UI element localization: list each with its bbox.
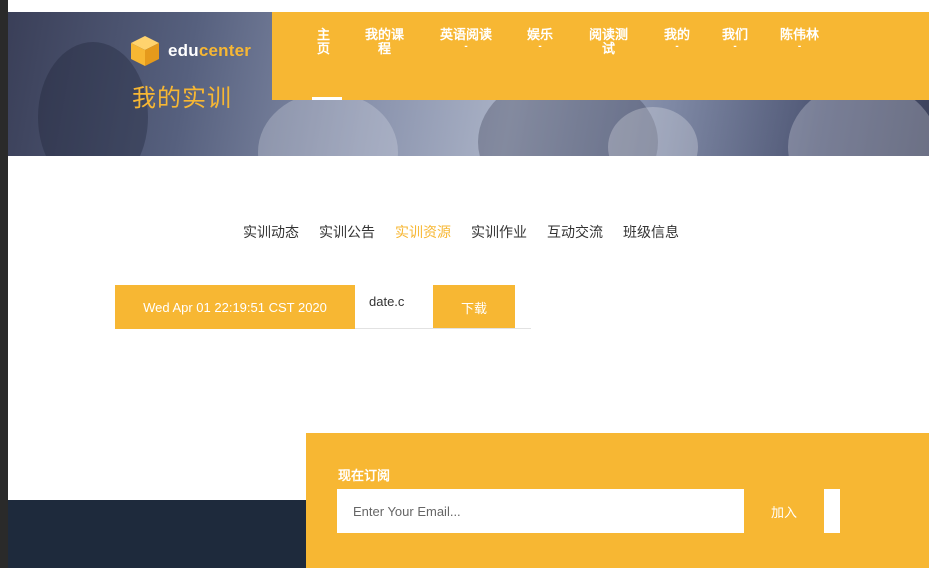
- nav-item-label: 陈伟林: [780, 27, 820, 42]
- resource-divider: [355, 328, 531, 329]
- tab-training-notice[interactable]: 实训公告: [319, 222, 375, 242]
- nav-item-label: 我们: [722, 27, 749, 42]
- nav-item-label: 我的: [664, 27, 691, 42]
- tab-interaction[interactable]: 互动交流: [547, 222, 603, 242]
- left-edge-strip: [0, 0, 8, 568]
- nav-item-english-reading[interactable]: 英语阅读 -: [440, 28, 492, 52]
- tab-training-homework[interactable]: 实训作业: [471, 222, 527, 242]
- subscribe-form: 加入: [337, 489, 840, 533]
- nav-item-entertainment[interactable]: 娱乐 -: [527, 28, 553, 52]
- main-nav: [272, 12, 929, 100]
- nav-item-home[interactable]: 主 页: [317, 28, 330, 56]
- dropdown-indicator: -: [797, 41, 802, 52]
- logo-text-edu: edu: [168, 41, 199, 60]
- site-logo[interactable]: educenter: [128, 34, 251, 68]
- nav-item-us[interactable]: 我们 -: [722, 28, 748, 52]
- dropdown-indicator: -: [733, 41, 737, 52]
- nav-item-label-line2: 试: [602, 41, 616, 56]
- resource-filename: date.c: [355, 285, 433, 329]
- page-title: 我的实训: [132, 85, 232, 112]
- nav-item-label: 主: [317, 27, 331, 42]
- nav-item-label: 英语阅读: [440, 27, 493, 42]
- tab-training-resources[interactable]: 实训资源: [395, 222, 451, 242]
- nav-item-mine[interactable]: 我的 -: [664, 28, 690, 52]
- download-button[interactable]: 下载: [433, 285, 515, 329]
- nav-item-user[interactable]: 陈伟林 -: [780, 28, 819, 52]
- nav-item-label: 娱乐: [527, 27, 554, 42]
- training-tabs: 实训动态 实训公告 实训资源 实训作业 互动交流 班级信息: [243, 222, 679, 242]
- logo-text: educenter: [168, 41, 251, 61]
- tab-training-news[interactable]: 实训动态: [243, 222, 299, 242]
- subscribe-button[interactable]: 加入: [744, 489, 824, 533]
- nav-item-reading-test[interactable]: 阅读测 试: [589, 28, 628, 56]
- subscribe-panel: 现在订阅 加入: [306, 433, 929, 568]
- nav-item-my-courses[interactable]: 我的课 程: [365, 28, 404, 56]
- logo-text-center: center: [198, 41, 252, 60]
- nav-item-label-line2: 程: [378, 41, 392, 56]
- dropdown-indicator: -: [538, 41, 542, 52]
- dropdown-indicator: -: [464, 41, 468, 52]
- hero-bg-figure: [258, 92, 398, 156]
- nav-item-label: 我的课: [365, 27, 405, 42]
- cube-logo-icon: [131, 36, 159, 66]
- resource-row: Wed Apr 01 22:19:51 CST 2020 date.c 下载: [115, 285, 515, 329]
- tab-class-info[interactable]: 班级信息: [623, 222, 679, 242]
- subscribe-title: 现在订阅: [338, 468, 391, 483]
- nav-active-indicator: [312, 97, 342, 100]
- resource-date: Wed Apr 01 22:19:51 CST 2020: [115, 285, 355, 329]
- dropdown-indicator: -: [675, 41, 679, 52]
- nav-item-label-line2: 页: [317, 41, 331, 56]
- email-input[interactable]: [337, 489, 744, 533]
- nav-item-label: 阅读测: [589, 27, 629, 42]
